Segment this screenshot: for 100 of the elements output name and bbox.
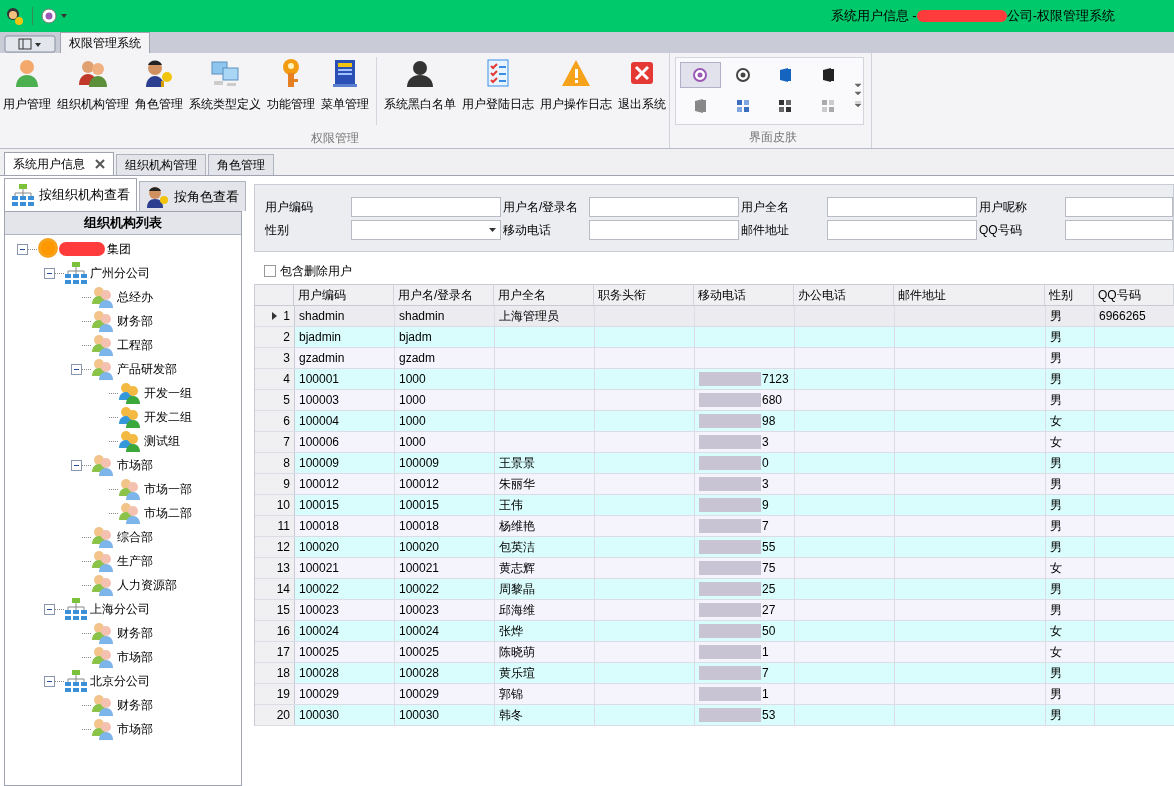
row-number: 13 — [276, 560, 290, 577]
table-cell: 100028 — [395, 663, 495, 683]
column-header[interactable]: 用户全名 — [494, 285, 594, 305]
row-number: 7 — [283, 434, 290, 451]
table-cell: 男 — [1046, 579, 1095, 599]
document-tab[interactable]: 角色管理 — [208, 154, 274, 175]
tree-item-label[interactable]: 市场部 — [117, 720, 153, 738]
tree-item-label[interactable]: 广州分公司 — [90, 264, 150, 282]
table-cell: 张烨 — [495, 621, 595, 641]
tree-item-label[interactable]: 北京分公司 — [90, 672, 150, 690]
tree-item-label[interactable]: 工程部 — [117, 336, 153, 354]
input-field[interactable] — [589, 219, 739, 240]
table-cell: 100029 — [295, 684, 395, 704]
row-number: 18 — [276, 665, 290, 682]
column-header[interactable]: 用户编码 — [294, 285, 394, 305]
table-cell: 100023 — [295, 600, 395, 620]
tree-item-label[interactable]: 市场二部 — [144, 504, 192, 522]
people-icon — [91, 525, 115, 549]
row-number: 10 — [276, 497, 290, 514]
column-header[interactable]: 移动电话 — [694, 285, 794, 305]
ribbon-button[interactable]: 退出系统 — [615, 57, 669, 113]
field-label: QQ号码 — [979, 221, 1023, 239]
table-cell: 女 — [1046, 621, 1095, 641]
input-field[interactable] — [1065, 219, 1173, 240]
collapse-toggle[interactable] — [71, 363, 82, 375]
ribbon-button[interactable]: 系统黑白名单 — [381, 57, 459, 113]
tree-item-label[interactable]: 上海分公司 — [90, 600, 150, 618]
sun-icon — [37, 237, 61, 261]
ribbon-button[interactable]: 用户操作日志 — [537, 57, 615, 113]
tree-item-label[interactable]: 开发一组 — [144, 384, 192, 402]
people-icon — [91, 333, 115, 357]
tree-item-label[interactable]: 集团 — [107, 240, 131, 258]
view-tab[interactable]: 按角色查看 — [139, 181, 246, 211]
dropdown-field[interactable] — [351, 219, 501, 240]
table-cell: 100015 — [295, 495, 395, 515]
collapse-toggle[interactable] — [44, 267, 55, 279]
ribbon-menu-button[interactable] — [4, 35, 56, 53]
document-tab[interactable]: 系统用户信息 — [4, 152, 114, 175]
tree-item-label[interactable]: 产品研发部 — [117, 360, 177, 378]
row-number: 15 — [276, 602, 290, 619]
tree-item-label[interactable]: 综合部 — [117, 528, 153, 546]
ribbon-button[interactable]: 系统类型定义 — [186, 57, 264, 113]
table-cell: 邱海维 — [495, 600, 595, 620]
field-label: 用户呢称 — [979, 198, 1028, 216]
org-chart-icon — [64, 261, 88, 285]
tree-item-label[interactable]: 市场部 — [117, 648, 153, 666]
collapse-toggle[interactable] — [17, 243, 28, 255]
table-cell-text: 3 — [762, 476, 769, 493]
table-cell: 女 — [1046, 558, 1095, 578]
tree-item-label[interactable]: 总经办 — [117, 288, 153, 306]
input-field[interactable] — [827, 196, 977, 217]
input-field[interactable] — [1065, 196, 1173, 217]
table-cell: 女 — [1046, 642, 1095, 662]
document-tab[interactable]: 组织机构管理 — [116, 154, 206, 175]
tree-item-label[interactable]: 生产部 — [117, 552, 153, 570]
row-number: 2 — [283, 329, 290, 346]
input-field[interactable] — [827, 219, 977, 240]
tree-item-label[interactable]: 测试组 — [144, 432, 180, 450]
table-cell: 朱丽华 — [495, 474, 595, 494]
field-label: 用户编码 — [265, 198, 314, 216]
view-tab[interactable]: 按组织机构查看 — [4, 178, 137, 211]
tree-item-label[interactable]: 市场一部 — [144, 480, 192, 498]
ribbon-button[interactable]: 用户管理 — [0, 57, 54, 113]
column-header[interactable]: 性别 — [1045, 285, 1094, 305]
table-cell: bjadmin — [295, 327, 395, 347]
close-icon[interactable] — [95, 159, 105, 169]
table-cell: 100018 — [395, 516, 495, 536]
ribbon-button[interactable]: 用户登陆日志 — [459, 57, 537, 113]
skin-menu-icon[interactable] — [41, 8, 69, 24]
collapse-toggle[interactable] — [44, 603, 55, 615]
tree-item-label[interactable]: 人力资源部 — [117, 576, 177, 594]
tree-item-label[interactable]: 财务部 — [117, 624, 153, 642]
table-cell: 杨维艳 — [495, 516, 595, 536]
table-cell-text: 53 — [762, 707, 776, 724]
tree-item-label[interactable]: 财务部 — [117, 696, 153, 714]
tree-item-label[interactable]: 市场部 — [117, 456, 153, 474]
collapse-toggle[interactable] — [44, 675, 55, 687]
checkbox[interactable] — [264, 265, 276, 277]
table-cell: 100024 — [395, 621, 495, 641]
ribbon-tab[interactable]: 权限管理系统 — [60, 32, 150, 53]
people-icon — [91, 453, 115, 477]
ribbon-button[interactable]: 功能管理 — [264, 57, 318, 113]
input-field[interactable] — [589, 196, 739, 217]
tree-item-label[interactable]: 财务部 — [117, 312, 153, 330]
column-header[interactable]: 办公电话 — [794, 285, 894, 305]
ribbon-button[interactable]: 菜单管理 — [318, 57, 372, 113]
field-label: 用户名/登录名 — [503, 198, 580, 216]
table-cell: 100025 — [395, 642, 495, 662]
column-header[interactable]: QQ号码 — [1094, 285, 1174, 305]
input-field[interactable] — [351, 196, 501, 217]
collapse-toggle[interactable] — [71, 459, 82, 471]
table-cell: 100004 — [295, 411, 395, 431]
table-cell: 男 — [1046, 348, 1095, 368]
ribbon-button[interactable]: 角色管理 — [132, 57, 186, 113]
tree-item-label[interactable]: 开发二组 — [144, 408, 192, 426]
column-header[interactable]: 邮件地址 — [894, 285, 1045, 305]
column-header[interactable]: 职务头衔 — [594, 285, 694, 305]
window-title: 公司-权限管理系统 — [1006, 7, 1115, 26]
column-header[interactable]: 用户名/登录名 — [394, 285, 494, 305]
ribbon-button[interactable]: 组织机构管理 — [54, 57, 132, 113]
